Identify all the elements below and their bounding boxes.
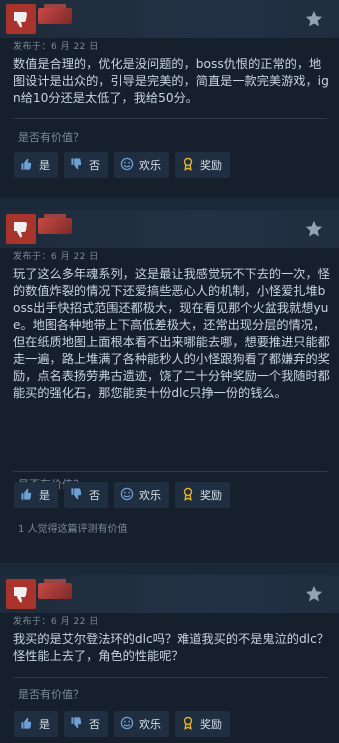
review-text: 玩了这么多年魂系列，这是最让我感觉玩不下去的一次，怪的数值炸裂的情况下还爱搞些恶…	[13, 267, 330, 400]
star-icon[interactable]	[301, 581, 327, 607]
helpful-count: 1 人觉得这篇评测有价值	[18, 524, 128, 535]
divider	[13, 471, 327, 472]
review-card-3: 发布于：6 月 22 日 我买的是艾尔登法环的dlc吗？难道我买的不是鬼泣的dl…	[0, 575, 339, 743]
posted-date: 发布于：6 月 22 日	[13, 252, 99, 262]
star-icon[interactable]	[301, 216, 327, 242]
vote-no-button[interactable]: 否	[64, 711, 108, 737]
smiley-icon	[120, 157, 134, 174]
review-card-2: 发布于：6 月 22 日 玩了这么多年魂系列，这是最让我感觉玩不下去的一次，怪的…	[0, 210, 339, 563]
smiley-icon	[120, 716, 134, 733]
divider	[13, 677, 327, 678]
vote-yes-button[interactable]: 是	[14, 711, 58, 737]
award-icon	[181, 716, 195, 733]
posted-date: 发布于：6 月 22 日	[13, 42, 99, 52]
thumbs-down-icon	[70, 487, 84, 504]
review-gap	[0, 198, 339, 210]
review-header	[0, 0, 339, 38]
thumbs-down-icon	[70, 716, 84, 733]
redacted-mark	[38, 218, 72, 234]
helpful-question: 是否有价值？	[18, 131, 84, 144]
vote-yes-label: 是	[39, 489, 50, 502]
redacted-mark	[38, 583, 72, 599]
vote-no-label: 否	[89, 159, 100, 172]
vote-no-label: 否	[89, 489, 100, 502]
star-icon[interactable]	[301, 6, 327, 32]
award-button[interactable]: 奖励	[175, 711, 230, 737]
helpful-question: 是否有价值？	[18, 688, 84, 701]
vote-yes-button[interactable]: 是	[14, 482, 58, 508]
vote-yes-label: 是	[39, 159, 50, 172]
vote-funny-label: 欢乐	[139, 159, 161, 172]
divider	[13, 118, 327, 119]
review-text: 我买的是艾尔登法环的dlc吗？难道我买的不是鬼泣的dlc？怪性能上去了，角色的性…	[13, 632, 329, 663]
vote-funny-button[interactable]: 欢乐	[114, 482, 169, 508]
award-icon	[181, 487, 195, 504]
vote-funny-button[interactable]: 欢乐	[114, 711, 169, 737]
vote-controls: 是 否 欢乐 奖励	[14, 711, 230, 739]
vote-funny-button[interactable]: 欢乐	[114, 152, 169, 178]
vote-controls: 是 否 欢乐 奖励	[14, 152, 230, 180]
review-header	[0, 575, 339, 613]
vote-no-label: 否	[89, 718, 100, 731]
thumbs-down-icon	[6, 214, 36, 244]
thumbs-down-icon	[6, 579, 36, 609]
review-header	[0, 210, 339, 248]
review-gap	[0, 563, 339, 575]
thumbs-down-icon	[70, 157, 84, 174]
vote-yes-label: 是	[39, 718, 50, 731]
thumbs-up-icon	[20, 157, 34, 174]
thumbs-up-icon	[20, 487, 34, 504]
award-button[interactable]: 奖励	[175, 152, 230, 178]
vote-no-button[interactable]: 否	[64, 152, 108, 178]
smiley-icon	[120, 487, 134, 504]
thumbs-up-icon	[20, 716, 34, 733]
vote-funny-label: 欢乐	[139, 489, 161, 502]
award-label: 奖励	[200, 489, 222, 502]
vote-controls: 是 否 欢乐 奖励	[14, 482, 230, 510]
vote-no-button[interactable]: 否	[64, 482, 108, 508]
review-card-1: 发布于：6 月 22 日 数值是合理的，优化是没问题的，boss仇恨的正常的，地…	[0, 0, 339, 198]
award-label: 奖励	[200, 718, 222, 731]
thumbs-down-icon	[6, 4, 36, 34]
vote-funny-label: 欢乐	[139, 718, 161, 731]
award-icon	[181, 157, 195, 174]
award-label: 奖励	[200, 159, 222, 172]
vote-yes-button[interactable]: 是	[14, 152, 58, 178]
posted-date: 发布于：6 月 22 日	[13, 617, 99, 627]
redacted-mark	[38, 8, 72, 24]
award-button[interactable]: 奖励	[175, 482, 230, 508]
review-text: 数值是合理的，优化是没问题的，boss仇恨的正常的，地图设计是出众的，引导是完美…	[13, 57, 329, 105]
